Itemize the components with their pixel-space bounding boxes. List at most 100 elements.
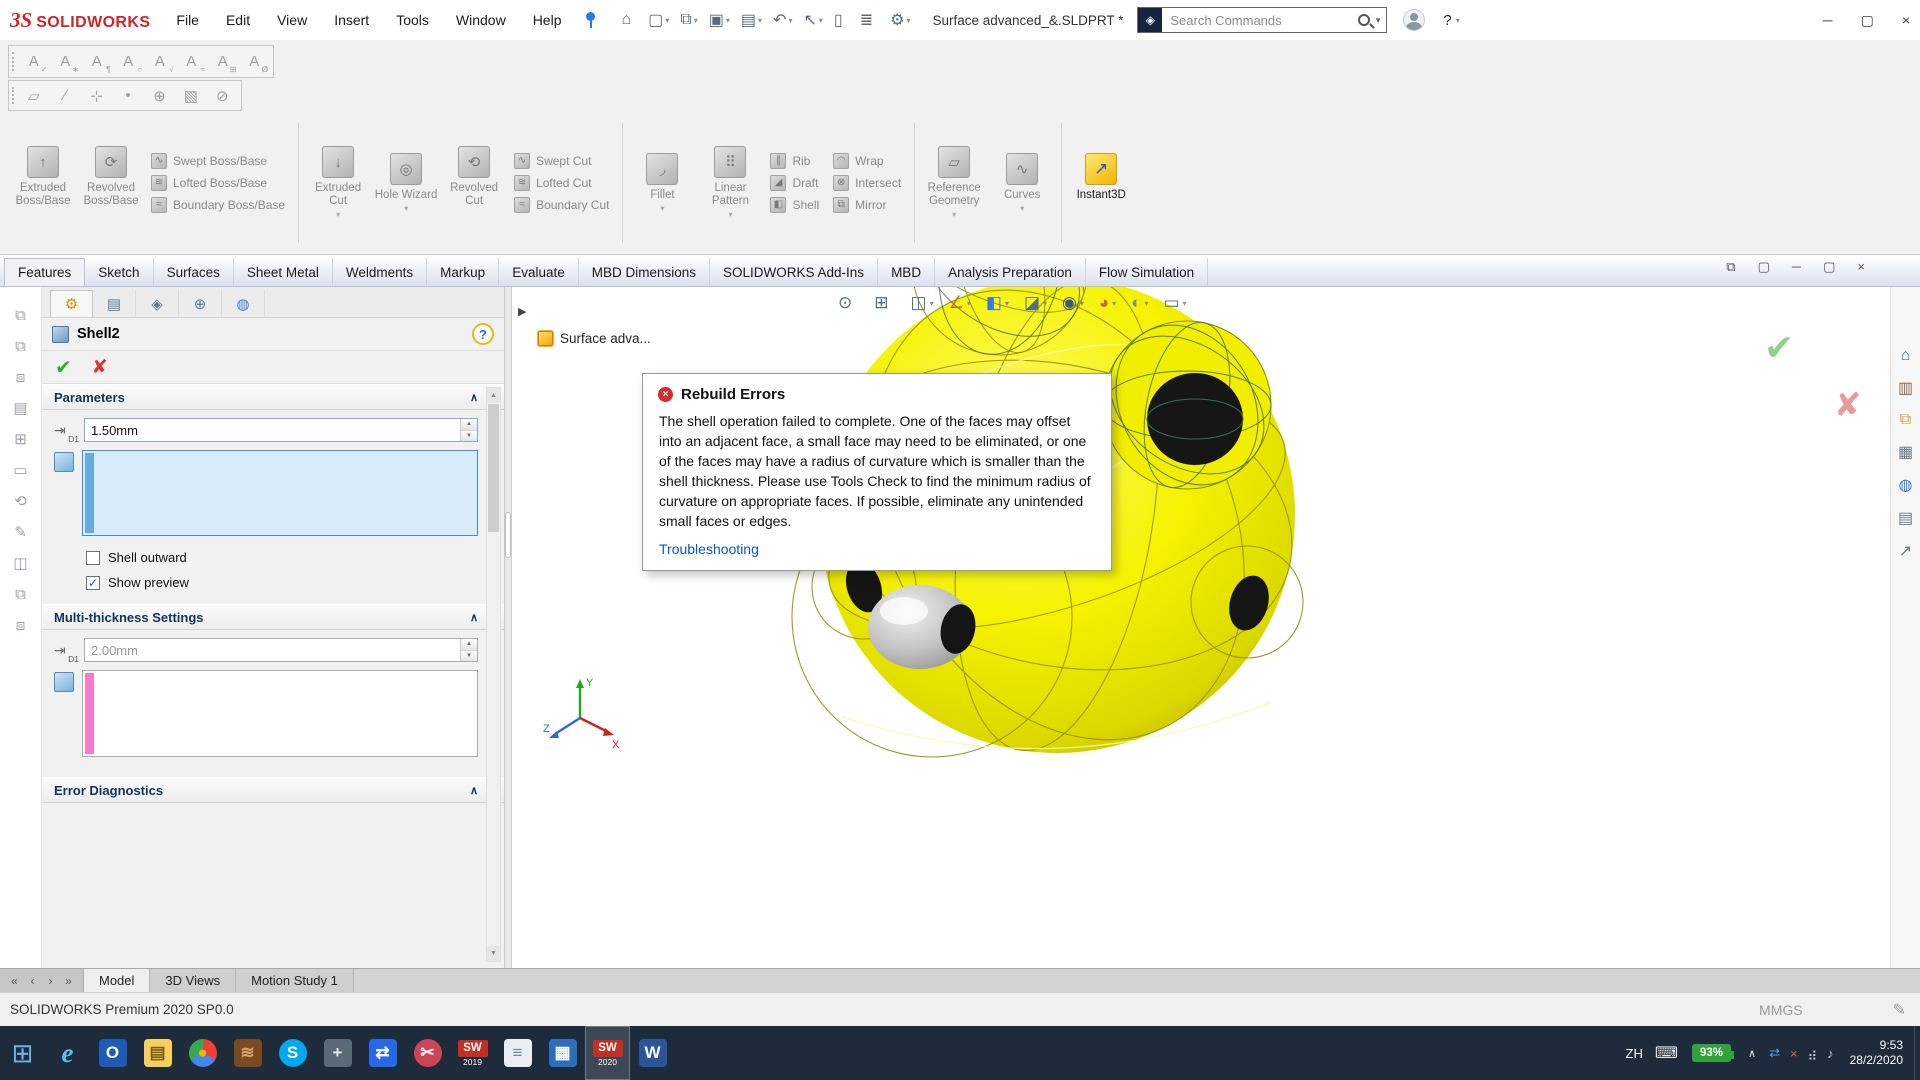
user-account-icon[interactable]	[1403, 9, 1425, 31]
revolved-cut-button[interactable]: ⟲ Revolved Cut ▾	[441, 142, 507, 223]
line-icon[interactable]: ∕	[50, 83, 79, 109]
annotate-icon[interactable]: ✎	[6, 518, 36, 546]
extruded-boss-base-button[interactable]: ↑ Extruded Boss/Base ▾	[10, 142, 76, 223]
lofted-boss-base-button[interactable]: ≋ Lofted Boss/Base	[151, 175, 285, 191]
ribbon-tab[interactable]: Surfaces	[154, 258, 234, 286]
swept-boss-base-button[interactable]: ∿ Swept Boss/Base	[151, 153, 285, 169]
ribbon-tab[interactable]: Flow Simulation	[1086, 258, 1208, 286]
ribbon-tab[interactable]: MBD Dimensions	[579, 258, 710, 286]
show-preview-checkbox[interactable]: ✓ Show preview	[86, 575, 504, 590]
keyboard-icon[interactable]: ⌨	[1650, 1043, 1683, 1063]
cancel-button[interactable]: ✘	[92, 356, 108, 379]
swept-cut-button[interactable]: ∿ Swept Cut	[514, 153, 609, 169]
close-window-button[interactable]: ×	[1902, 12, 1910, 28]
zoom-fit-icon[interactable]: ⊙ ▾	[838, 293, 859, 313]
spin-down-icon[interactable]: ▼	[461, 651, 477, 662]
ribbon-tab[interactable]: Evaluate	[499, 258, 579, 286]
confirmation-corner-cancel-icon[interactable]: ✘	[1834, 385, 1862, 424]
menu-item[interactable]: Tools	[396, 12, 429, 28]
undo-icon[interactable]: ↶ ▾	[773, 10, 792, 30]
featuremanager-expander-icon[interactable]: ▶	[518, 305, 526, 318]
document-tab[interactable]: Motion Study 1	[236, 969, 354, 992]
axis-icon[interactable]: ⊹	[82, 83, 111, 109]
lofted-cut-button[interactable]: ≋ Lofted Cut	[514, 175, 609, 191]
solidworks-2020-icon[interactable]: SW 2020	[585, 1026, 630, 1080]
file-properties-icon[interactable]: ≣ ▾	[860, 10, 879, 30]
restore-document-icon[interactable]: ▢	[1823, 259, 1835, 275]
paste-icon[interactable]: ⧉	[6, 332, 36, 360]
hidden-icons-chevron[interactable]: ∧	[1740, 1047, 1764, 1060]
thickness-input[interactable]	[85, 419, 460, 441]
geometric-tolerance-icon[interactable]: A Ø	[240, 49, 270, 75]
intersect-button[interactable]: ⊗ Intersect	[833, 175, 901, 191]
scroll-up-icon[interactable]: ▲	[487, 388, 500, 403]
apply-scene-icon[interactable]: ◐ ▾	[1131, 293, 1148, 313]
thickness-stepper[interactable]: ▲ ▼	[460, 419, 477, 441]
panel-scrollbar[interactable]: ▲ ▼	[486, 387, 501, 962]
open-icon[interactable]: ⧉ ▾	[680, 11, 697, 29]
print-icon[interactable]: ▤ ▾	[741, 10, 762, 30]
custom-properties-tab[interactable]: ▤	[93, 290, 136, 317]
restore-window-button[interactable]: ▢	[1861, 12, 1874, 29]
hide-show-icon[interactable]: ◉ ▾	[1062, 293, 1084, 313]
hole-wizard-button[interactable]: ◎ Hole Wizard ▾	[373, 149, 439, 217]
ribbon-tab[interactable]: Features	[4, 258, 85, 286]
network-tray-icon[interactable]: ⣴	[1803, 1045, 1823, 1061]
multi-thickness-section-header[interactable]: Multi-thickness Settings ∧	[42, 604, 504, 630]
shell-outward-checkbox[interactable]: Shell outward	[86, 550, 504, 565]
file-explorer-pane-icon[interactable]: ⧉	[1900, 411, 1911, 429]
surface-finish-icon[interactable]: A √	[145, 49, 175, 75]
confirmation-corner-ok-icon[interactable]: ✔	[1764, 327, 1794, 369]
previous-tab-button[interactable]: ‹	[24, 974, 41, 988]
battery-indicator[interactable]: 93%	[1692, 1044, 1731, 1062]
weld-symbol-icon[interactable]: A ≈	[177, 49, 207, 75]
document-tab[interactable]: Model	[84, 969, 150, 992]
cylinder-icon[interactable]: ⊘	[208, 83, 237, 109]
select-icon[interactable]: ↖ ▾	[803, 10, 822, 30]
menu-item[interactable]: Window	[456, 12, 506, 28]
extruded-cut-button[interactable]: ↓ Extruded Cut ▾	[305, 142, 371, 223]
spin-down-icon[interactable]: ▼	[461, 431, 477, 442]
show-desktop-button[interactable]	[1914, 1026, 1920, 1080]
spin-up-icon[interactable]: ▲	[461, 419, 477, 431]
multi-thickness-input[interactable]	[85, 639, 460, 661]
file-explorer-icon[interactable]: ▤	[135, 1026, 180, 1080]
display-style-icon[interactable]: ◪ ▾	[1024, 293, 1047, 313]
wrap-button[interactable]: ◠ Wrap	[833, 153, 901, 169]
view-orientation-icon[interactable]: ◧ ▾	[986, 293, 1009, 313]
minimize-document-icon[interactable]: ─	[1792, 259, 1801, 275]
boundary-cut-button[interactable]: ≈ Boundary Cut	[514, 197, 609, 213]
view-palette-icon[interactable]: ▦	[1898, 442, 1913, 462]
ribbon-tab[interactable]: Sheet Metal	[234, 258, 333, 286]
boundary-boss-base-button[interactable]: ≈ Boundary Boss/Base	[151, 197, 285, 213]
save-icon[interactable]: ▣ ▾	[709, 10, 730, 30]
pin-menu-icon[interactable]	[585, 12, 595, 29]
split-pane-icon[interactable]: ▢	[1758, 259, 1770, 275]
featuremanager-flyout[interactable]: Surface adva...	[538, 331, 651, 346]
new-document-icon[interactable]: ▢ ▾	[648, 10, 669, 30]
shell-button[interactable]: ◧ Shell	[770, 197, 819, 213]
minimize-window-button[interactable]: ─	[1823, 12, 1833, 28]
multi-thickness-stepper[interactable]: ▲ ▼	[460, 639, 477, 661]
word-icon[interactable]: W	[630, 1026, 675, 1080]
search-icon[interactable]	[1358, 14, 1370, 26]
teamviewer-tray-icon[interactable]: ⇄	[1764, 1045, 1785, 1061]
troubleshooting-link[interactable]: Troubleshooting	[643, 535, 1111, 570]
menu-item[interactable]: File	[176, 12, 199, 28]
linear-pattern-button[interactable]: ⠿ Linear Pattern ▾	[697, 142, 763, 223]
utility-app-icon[interactable]: +	[315, 1026, 360, 1080]
last-tab-button[interactable]: »	[60, 974, 77, 988]
menu-item[interactable]: View	[277, 12, 307, 28]
reference-geometry-button[interactable]: ▱ Reference Geometry ▾	[921, 142, 987, 223]
section-view-icon[interactable]: ◫ ▾	[911, 293, 934, 313]
panel-splitter[interactable]	[505, 287, 512, 968]
ribbon-tab[interactable]: Sketch	[85, 258, 153, 286]
scrollbar-thumb[interactable]	[488, 404, 499, 532]
alert-tray-icon[interactable]: ×	[1785, 1046, 1803, 1061]
point-icon[interactable]: •	[113, 83, 142, 109]
clock[interactable]: 9:53 28/2/2020	[1839, 1038, 1914, 1068]
rotate-view-icon[interactable]: ⟲	[6, 487, 36, 515]
copy-icon[interactable]: ⧉	[6, 301, 36, 329]
copy-settings-icon[interactable]: ⧉	[6, 580, 36, 608]
curves-button[interactable]: ∿ Curves ▾	[989, 149, 1055, 217]
